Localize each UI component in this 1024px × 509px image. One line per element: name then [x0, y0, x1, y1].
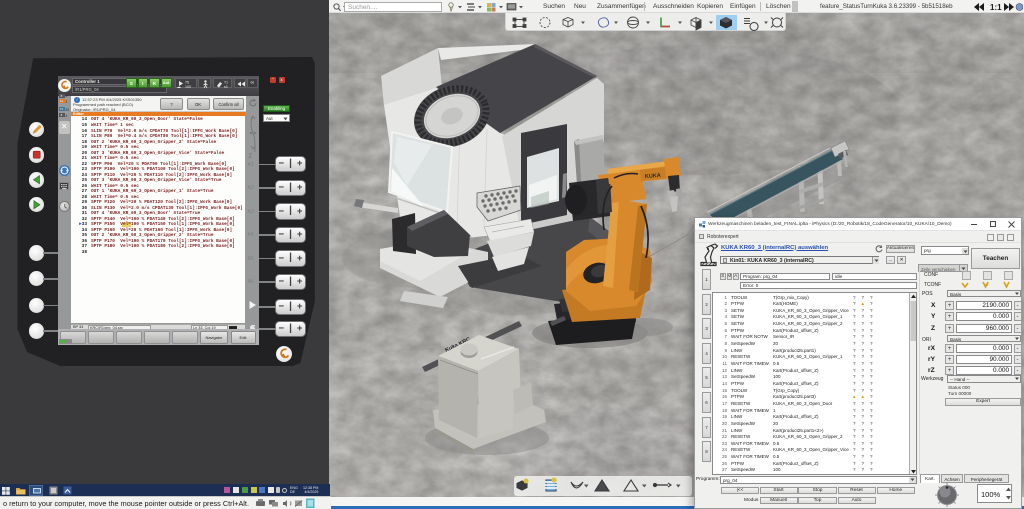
svg-text:100: 100: [185, 84, 191, 88]
svg-text:KUKA: KUKA: [645, 173, 661, 180]
svg-text:1:1: 1:1: [990, 3, 1002, 12]
svg-text:s0: s0: [224, 84, 228, 88]
